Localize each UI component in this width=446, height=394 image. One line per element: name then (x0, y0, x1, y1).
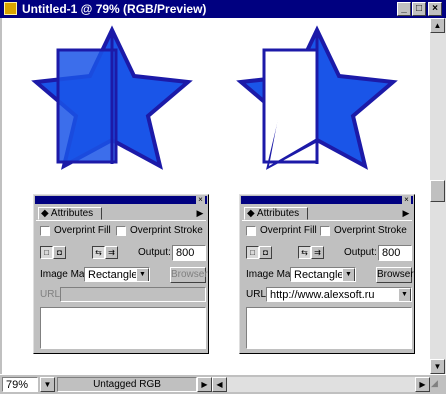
rectangle-map-icon[interactable]: □ (40, 246, 53, 259)
overprint-fill-label: Overprint Fill (260, 225, 317, 236)
chevron-down-icon[interactable]: ▼ (398, 288, 411, 301)
image-link-icon[interactable]: ⇉ (311, 246, 324, 259)
url-link-icon[interactable]: ⇆ (92, 246, 105, 259)
tab-label: Attributes (50, 208, 94, 219)
overprint-stroke-label: Overprint Stroke (130, 225, 203, 236)
star-left[interactable] (31, 25, 193, 170)
scroll-left-icon[interactable]: ◀ (212, 377, 227, 392)
rectangle-map-icon[interactable]: □ (246, 246, 259, 259)
close-button[interactable]: × (428, 2, 442, 16)
overprint-fill-label: Overprint Fill (54, 225, 111, 236)
image-map-select[interactable]: Rectangle ▼ (290, 267, 356, 282)
alt-text-area[interactable] (246, 307, 412, 349)
overprint-stroke-label: Overprint Stroke (334, 225, 407, 236)
chevron-down-icon[interactable]: ▼ (342, 268, 355, 281)
output-label: Output: (138, 247, 171, 258)
output-field[interactable]: 800 (172, 245, 206, 261)
color-profile: Untagged RGB (57, 377, 197, 392)
artboard[interactable]: × ◆ Attributes ▶ Overprint Fill Overprin… (2, 18, 430, 374)
overprint-stroke-checkbox[interactable] (116, 226, 126, 236)
attributes-palette-right[interactable]: × ◆ Attributes ▶ Overprint Fill Overprin… (239, 194, 415, 354)
palette-title-bar[interactable]: × (35, 196, 207, 204)
divider (36, 220, 206, 221)
tab-attributes[interactable]: ◆ Attributes (244, 207, 308, 220)
status-menu-icon[interactable]: ▶ (197, 377, 212, 392)
image-link-icon[interactable]: ⇉ (105, 246, 118, 259)
tab-label: Attributes (256, 208, 300, 219)
app-icon (4, 2, 17, 15)
tab-attributes[interactable]: ◆ Attributes (38, 207, 102, 220)
polygon-map-icon[interactable]: ◘ (53, 246, 66, 259)
divider (242, 220, 412, 221)
output-field[interactable]: 800 (378, 245, 412, 261)
output-label: Output: (344, 247, 377, 258)
status-bar: 79% ▼ Untagged RGB ▶ ◀ ▶ ◢ (0, 374, 446, 394)
overprint-stroke-checkbox[interactable] (320, 226, 330, 236)
resize-grip-icon[interactable]: ◢ (431, 378, 444, 391)
url-link-icon[interactable]: ⇆ (298, 246, 311, 259)
browser-button[interactable]: Browser (170, 267, 208, 283)
url-field[interactable] (60, 287, 206, 302)
overprint-fill-checkbox[interactable] (246, 226, 256, 236)
window-title-bar[interactable]: Untitled-1 @ 79% (RGB/Preview) _ □ × (0, 0, 446, 18)
url-value: http://www.alexsoft.ru (270, 289, 375, 301)
horizontal-scrollbar[interactable] (227, 377, 415, 392)
polygon-map-icon[interactable]: ◘ (259, 246, 272, 259)
url-field[interactable]: http://www.alexsoft.ru ▼ (266, 287, 412, 302)
alt-text-area[interactable] (40, 307, 206, 349)
palette-menu-arrow-icon[interactable]: ▶ (401, 207, 411, 220)
image-map-value: Rectangle (88, 269, 138, 281)
scroll-thumb[interactable] (430, 180, 445, 202)
image-map-select[interactable]: Rectangle ▼ (84, 267, 150, 282)
scroll-down-icon[interactable]: ▼ (430, 359, 445, 374)
scroll-up-icon[interactable]: ▲ (430, 18, 445, 33)
vertical-scrollbar[interactable]: ▲ ▼ (430, 18, 446, 374)
overprint-fill-checkbox[interactable] (40, 226, 50, 236)
palette-close-icon[interactable]: × (402, 196, 411, 204)
palette-close-icon[interactable]: × (196, 196, 205, 204)
palette-menu-arrow-icon[interactable]: ▶ (195, 207, 205, 220)
palette-title-bar[interactable]: × (241, 196, 413, 204)
chevron-down-icon[interactable]: ▼ (136, 268, 149, 281)
browser-button[interactable]: Browser (376, 267, 414, 283)
image-map-value: Rectangle (294, 269, 344, 281)
scroll-right-icon[interactable]: ▶ (415, 377, 430, 392)
maximize-button[interactable]: □ (412, 2, 426, 16)
zoom-field[interactable]: 79% (2, 377, 38, 392)
star-right[interactable] (236, 25, 398, 170)
zoom-menu-icon[interactable]: ▼ (40, 377, 55, 392)
window-title: Untitled-1 @ 79% (RGB/Preview) (22, 2, 207, 16)
minimize-button[interactable]: _ (397, 2, 411, 16)
attributes-palette-left[interactable]: × ◆ Attributes ▶ Overprint Fill Overprin… (33, 194, 209, 354)
